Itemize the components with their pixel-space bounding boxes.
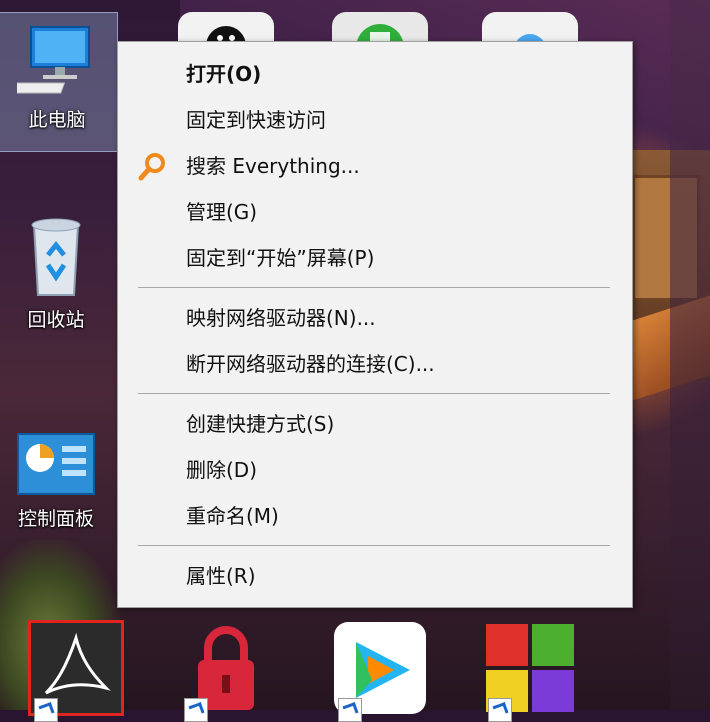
desktop-icon-control-panel[interactable]: 控制面板 — [0, 430, 116, 531]
desktop-icon-label: 控制面板 — [17, 508, 94, 530]
blue-circle-icon — [516, 34, 544, 42]
menu-item-pin-quick-access[interactable]: 固定到快速访问 — [186, 102, 326, 138]
menu-separator — [138, 287, 610, 288]
lock-app-icon[interactable] — [178, 620, 274, 722]
menu-item-disconnect-network-drive[interactable]: 断开网络驱动器的连接(C)... — [186, 346, 435, 382]
green-circle-icon — [356, 24, 404, 42]
tencent-video-app-icon[interactable] — [332, 620, 428, 722]
desktop-icon-recycle-bin[interactable]: 回收站 — [0, 215, 116, 332]
windows-tile-app-icon[interactable] — [482, 620, 578, 722]
menu-item-properties[interactable]: 属性(R) — [186, 558, 256, 594]
shortcut-arrow-icon — [184, 698, 208, 722]
recycle-bin-icon — [31, 218, 81, 296]
ghost-icon — [206, 26, 246, 42]
control-panel-icon — [17, 433, 95, 495]
magnifier-icon — [138, 153, 165, 181]
acrobat-app-icon[interactable] — [28, 620, 124, 722]
menu-item-open[interactable]: 打开(O) — [186, 56, 261, 92]
shortcut-arrow-icon — [34, 698, 58, 722]
green-app-icon[interactable] — [332, 12, 428, 42]
desktop-icon-this-pc[interactable]: 此电脑 — [0, 12, 118, 152]
shortcut-arrow-icon — [488, 698, 512, 722]
ghost-app-icon[interactable] — [178, 12, 274, 42]
menu-separator — [138, 393, 610, 394]
menu-item-map-network-drive[interactable]: 映射网络驱动器(N)... — [186, 300, 376, 336]
menu-item-delete[interactable]: 删除(D) — [186, 452, 257, 488]
menu-item-manage[interactable]: 管理(G) — [186, 194, 257, 230]
menu-separator — [138, 545, 610, 546]
computer-icon — [0, 26, 90, 94]
menu-item-pin-start[interactable]: 固定到“开始”屏幕(P) — [186, 240, 374, 276]
shortcut-arrow-icon — [338, 698, 362, 722]
context-menu: 打开(O) 固定到快速访问 搜索 Everything... 管理(G) 固定到… — [117, 41, 633, 608]
blue-app-icon[interactable] — [482, 12, 578, 42]
menu-item-create-shortcut[interactable]: 创建快捷方式(S) — [186, 406, 334, 442]
desktop-icon-label: 此电脑 — [28, 109, 86, 131]
desktop-icon-label: 回收站 — [27, 309, 85, 331]
menu-item-rename[interactable]: 重命名(M) — [186, 498, 279, 534]
menu-item-search-everything[interactable]: 搜索 Everything... — [186, 148, 360, 184]
